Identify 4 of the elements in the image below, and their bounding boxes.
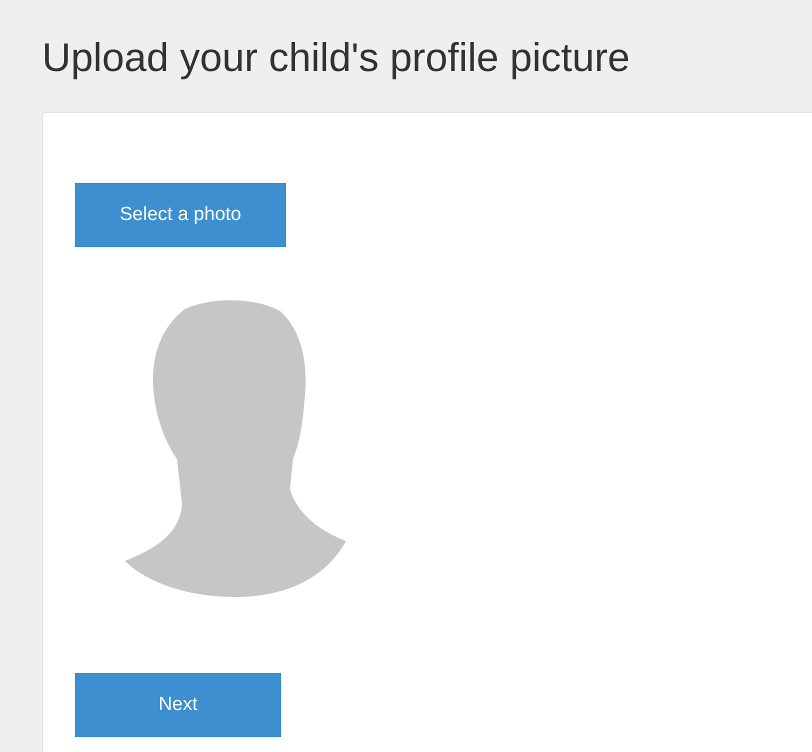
select-photo-button[interactable]: Select a photo	[75, 183, 286, 247]
next-button[interactable]: Next	[75, 673, 281, 737]
avatar-silhouette-icon	[125, 299, 347, 599]
page-title: Upload your child's profile picture	[42, 35, 631, 82]
